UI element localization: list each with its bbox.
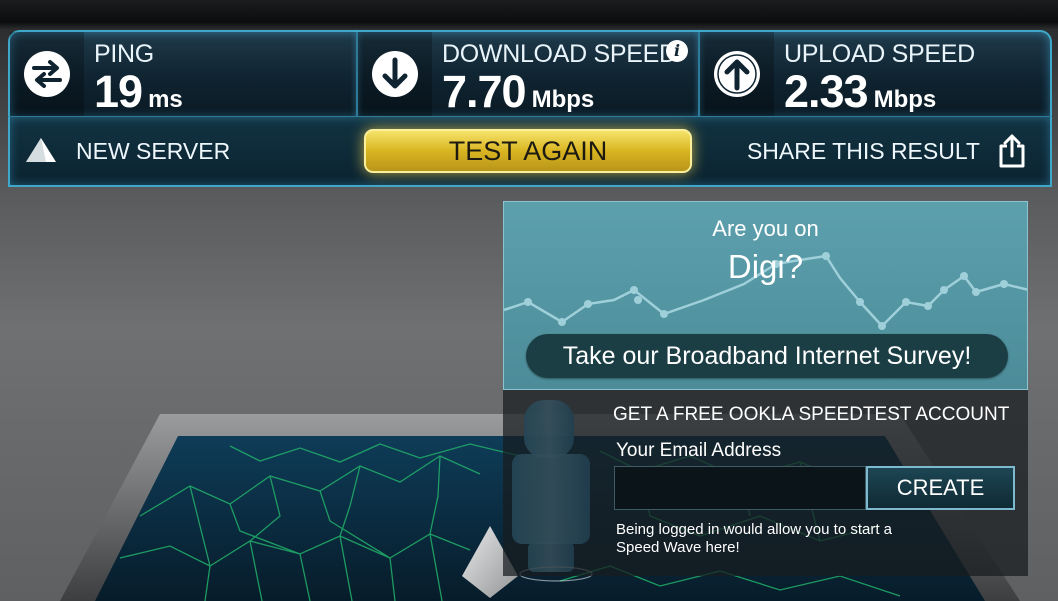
download-value: 7.70 Mbps [442, 66, 594, 118]
ping-stat: PING 19 ms [10, 32, 356, 118]
download-unit: Mbps [531, 86, 595, 113]
results-bar: PING 19 ms DOWNLOAD SPEED 7.70 Mbps i UP… [8, 30, 1052, 118]
share-icon [999, 134, 1025, 168]
ping-value: 19 ms [94, 66, 183, 118]
download-arrow-icon [372, 51, 418, 97]
ping-number: 19 [94, 66, 143, 117]
survey-isp-name: Digi? [727, 248, 804, 285]
download-title: DOWNLOAD SPEED [442, 40, 677, 68]
upload-number: 2.33 [784, 66, 869, 117]
download-number: 7.70 [442, 66, 527, 117]
new-server-button[interactable]: NEW SERVER [24, 135, 230, 167]
email-label: Your Email Address [616, 440, 782, 461]
ping-unit: ms [148, 86, 183, 113]
account-signup-panel: GET A FREE OOKLA SPEEDTEST ACCOUNT Your … [503, 390, 1028, 576]
speedtest-app: PING 19 ms DOWNLOAD SPEED 7.70 Mbps i UP… [0, 0, 1058, 601]
create-button[interactable]: CREATE [866, 466, 1015, 510]
share-button[interactable]: SHARE THIS RESULT [747, 133, 1028, 169]
upload-stat: UPLOAD SPEED 2.33 Mbps [700, 32, 1050, 118]
server-pyramid-icon [26, 138, 56, 162]
share-label: SHARE THIS RESULT [746, 137, 980, 164]
upload-unit: Mbps [873, 86, 937, 113]
download-icon-cell [358, 32, 432, 118]
survey-panel: Are you on Digi? Take our Broadband Inte… [503, 201, 1028, 390]
action-bar: NEW SERVER TEST AGAIN SHARE THIS RESULT [8, 116, 1052, 187]
new-server-label: NEW SERVER [76, 137, 231, 164]
account-title: GET A FREE OOKLA SPEEDTEST ACCOUNT [613, 404, 1010, 425]
upload-arrow-icon [714, 51, 760, 97]
account-note: Being logged in would allow you to start… [616, 521, 893, 556]
upload-icon-cell [700, 32, 774, 118]
email-field[interactable] [614, 466, 866, 510]
info-icon[interactable]: i [666, 40, 688, 62]
test-again-button[interactable]: TEST AGAIN [364, 129, 692, 173]
download-stat: DOWNLOAD SPEED 7.70 Mbps i [358, 32, 698, 118]
survey-button[interactable]: Take our Broadband Internet Survey! [526, 334, 1008, 378]
ping-arrows-icon [24, 51, 70, 97]
ping-title: PING [94, 40, 154, 68]
upload-title: UPLOAD SPEED [784, 40, 975, 68]
ping-icon-cell [10, 32, 84, 118]
upload-value: 2.33 Mbps [784, 66, 936, 118]
survey-question: Are you on [712, 216, 819, 241]
